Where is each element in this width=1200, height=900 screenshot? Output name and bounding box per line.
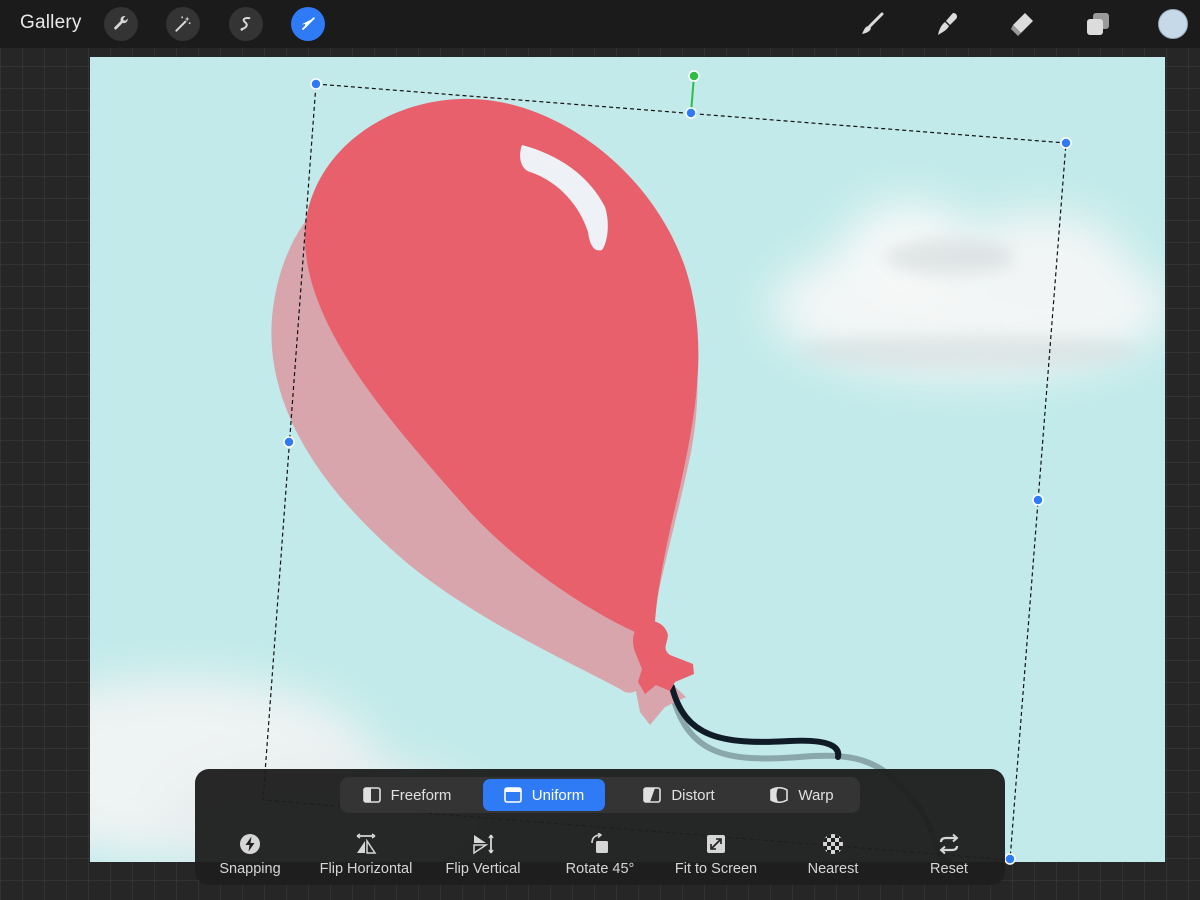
eraser-tool[interactable] — [1007, 9, 1037, 39]
mode-freeform-label: Freeform — [390, 786, 452, 804]
transform-mode-segmented-control: Freeform Uniform Distort Warp — [340, 777, 860, 813]
balloon-artwork — [90, 57, 1165, 862]
layers-tool[interactable] — [1083, 9, 1113, 39]
rotate-45-button[interactable]: Rotate 45° — [540, 833, 660, 877]
flip-vertical-label: Flip Vertical — [445, 861, 521, 877]
wrench-icon — [114, 15, 128, 30]
top-toolbar: Gallery — [0, 0, 1200, 48]
mode-distort-button[interactable]: Distort — [620, 779, 738, 811]
brush-tool[interactable] — [857, 9, 887, 39]
flip-horizontal-icon — [356, 833, 377, 854]
snapping-button[interactable]: Snapping — [190, 833, 310, 877]
selection-button[interactable] — [229, 7, 263, 41]
snapping-label: Snapping — [219, 861, 281, 877]
nearest-icon — [823, 834, 843, 854]
flip-horizontal-button[interactable]: Flip Horizontal — [306, 833, 426, 877]
mode-freeform-button[interactable]: Freeform — [348, 779, 466, 811]
flip-horizontal-label: Flip Horizontal — [319, 861, 413, 877]
nearest-label: Nearest — [807, 861, 859, 877]
fit-to-screen-label: Fit to Screen — [674, 861, 758, 877]
transform-panel: Freeform Uniform Distort Warp Snapping F… — [195, 769, 1005, 885]
rotation-handle[interactable] — [688, 70, 700, 82]
magic-wand-icon — [175, 16, 191, 32]
handle-top-right[interactable] — [1060, 137, 1072, 149]
freeform-icon — [362, 787, 381, 803]
brush-icon — [862, 12, 884, 34]
rotate-45-label: Rotate 45° — [565, 861, 635, 877]
mode-distort-label: Distort — [671, 786, 715, 804]
handle-middle-left[interactable] — [283, 436, 295, 448]
flip-vertical-button[interactable]: Flip Vertical — [423, 833, 543, 877]
reset-label: Reset — [930, 861, 968, 877]
mode-warp-label: Warp — [798, 786, 834, 804]
artwork-canvas[interactable] — [90, 57, 1165, 862]
transform-arrow-icon — [301, 17, 315, 30]
uniform-icon — [503, 787, 522, 803]
actions-wrench-button[interactable] — [104, 7, 138, 41]
adjustments-button[interactable] — [166, 7, 200, 41]
flip-vertical-icon — [473, 834, 494, 855]
smudge-tool[interactable] — [932, 9, 962, 39]
nearest-button[interactable]: Nearest — [773, 833, 893, 877]
layers-icon — [1087, 13, 1109, 35]
current-color-swatch[interactable] — [1158, 9, 1188, 39]
mode-warp-button[interactable]: Warp — [748, 779, 856, 811]
reset-icon — [939, 833, 959, 855]
handle-top-left[interactable] — [310, 78, 322, 90]
selection-icon — [240, 17, 251, 31]
eraser-icon — [1011, 13, 1033, 36]
distort-icon — [643, 787, 662, 803]
handle-top-middle[interactable] — [685, 107, 697, 119]
gallery-button[interactable]: Gallery — [20, 12, 82, 34]
snapping-icon — [240, 834, 260, 854]
handle-middle-right[interactable] — [1032, 494, 1044, 506]
warp-icon — [770, 787, 789, 803]
fit-to-screen-button[interactable]: Fit to Screen — [656, 833, 776, 877]
mode-uniform-label: Uniform — [531, 786, 585, 804]
transform-button[interactable] — [291, 7, 325, 41]
fit-to-screen-icon — [707, 835, 725, 853]
smudge-icon — [938, 13, 957, 35]
reset-button[interactable]: Reset — [889, 833, 1009, 877]
mode-uniform-button[interactable]: Uniform — [483, 779, 605, 811]
rotate-45-icon — [591, 833, 608, 853]
